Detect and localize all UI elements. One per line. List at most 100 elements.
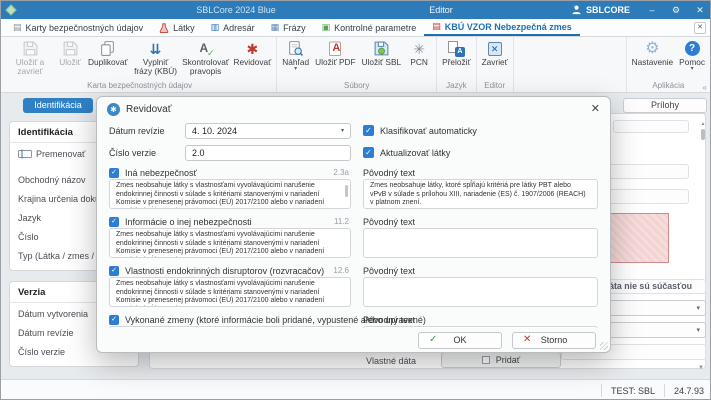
ribbon-group: ✕ZavrieťEditor (477, 37, 514, 92)
original-textarea[interactable] (363, 228, 598, 258)
ribbon-group-label: Karta bezpečnostných údajov (5, 80, 274, 92)
ribbon-button-label: Vyplniť frázy (KBÚ) (134, 58, 178, 76)
tabstrip: ▤Karty bezpečnostných údajovLátky▥Adresá… (1, 19, 711, 37)
section-textarea[interactable]: Zmes neobsahuje látky s vlastnosťami vyv… (109, 179, 351, 209)
section-checkbox[interactable]: ✓ (109, 217, 119, 227)
tab-label: Karty bezpečnostných údajov (26, 23, 144, 33)
tab-safety-data-sheets[interactable]: ▤Karty bezpečnostných údajov (5, 19, 151, 36)
ribbon-button-label: Revidovať (234, 58, 272, 67)
ribbon-button-label: Duplikovať (88, 58, 128, 67)
add-button[interactable]: Pridať (441, 352, 561, 368)
dialog-close-icon[interactable]: ✕ (591, 104, 600, 115)
field-label-text: Obchodný názov (18, 175, 86, 185)
field-label-text: Číslo verzie (18, 347, 65, 357)
checkbox-icon (482, 356, 490, 364)
account-button[interactable]: SBLCORE (561, 4, 640, 17)
tab-sds-document[interactable]: ▤ KBÚ VZOR Nebezpečná zmes (424, 19, 580, 36)
save-icon (62, 40, 79, 57)
ribbon-group-label: Súbory (279, 80, 434, 92)
checkbox-icon[interactable]: ✓ (363, 147, 374, 158)
scroll-up-icon[interactable]: ▲ (701, 121, 706, 127)
preview-icon (287, 40, 304, 57)
translate-button[interactable]: APřeložiť (439, 38, 473, 67)
revision-date-combobox[interactable]: 4. 10. 2024▾ (185, 123, 351, 139)
version-label: 24.7.93 (674, 386, 704, 396)
pdf-icon: A (327, 40, 343, 57)
tab-label: Kontrolné parametre (334, 23, 416, 33)
revise-dialog: ✱ Revidovať ✕ Dátum revízie4. 10. 2024▾✓… (96, 96, 611, 353)
tab-control-parameters[interactable]: ▣Kontrolné parametre (314, 19, 425, 36)
ribbon-button-label: Nastavenie (632, 58, 674, 67)
textarea-scrollbar[interactable] (345, 185, 348, 197)
section-number: 2.3a (333, 168, 351, 177)
sbl-icon (373, 40, 390, 57)
tab-identification[interactable]: Identifikácia (23, 98, 93, 113)
ribbon-group: APřeložiťJazyk (437, 37, 476, 92)
ribbon-button-label: Zavrieť (482, 58, 508, 67)
ribbon-collapse-icon[interactable]: « (703, 83, 707, 92)
preview-button[interactable]: Náhľad▾ (279, 38, 312, 71)
save-sbl-button[interactable]: Uložiť SBL (359, 38, 405, 67)
help-button[interactable]: ?Pomoc▾ (676, 38, 708, 71)
resize-grip[interactable] (600, 342, 608, 350)
tab-label: Adresár (223, 23, 255, 33)
cancel-button[interactable]: ✕ Storno (512, 332, 596, 349)
custom-data-label: Vlastné dáta (366, 356, 416, 366)
titlebar-settings-icon[interactable]: ⚙ (664, 1, 688, 19)
collapse-panel-icon[interactable]: ▼ (698, 365, 704, 371)
tab-label: KBÚ VZOR Nebezpečná zmes (445, 22, 572, 32)
section-title: Informácie o inej nebezpečnosti (125, 217, 252, 227)
version-number-input[interactable]: 2.0 (185, 145, 351, 161)
fill-phrases-icon: ⇊ (150, 40, 162, 57)
save-pdf-button[interactable]: AUložiť PDF (312, 38, 358, 67)
field-label-text: Číslo (18, 232, 39, 242)
auto-classify-checkbox[interactable]: ✓Klasifikovať automaticky (363, 123, 598, 138)
divider (601, 384, 602, 397)
ok-button[interactable]: ✓ OK (418, 332, 502, 349)
checkbox-icon[interactable]: ✓ (363, 125, 374, 136)
original-textarea[interactable] (363, 277, 598, 307)
close-editor-button[interactable]: ✕Zavrieť (479, 38, 511, 67)
dialog-field-label: Číslo verzie (109, 148, 185, 158)
dialog-header: ✱ Revidovať ✕ (97, 97, 610, 121)
pcn-button[interactable]: ✳PCN (404, 38, 434, 67)
spellcheck-button[interactable]: A✓Skontrolovať pravopis (181, 38, 231, 76)
settings-button[interactable]: ⚙Nastavenie (629, 38, 677, 67)
tab-address-book[interactable]: ▥Adresár (203, 19, 263, 36)
sds-doc-icon: ▤ (432, 22, 441, 31)
section-checkbox[interactable]: ✓ (109, 168, 119, 178)
section-textarea[interactable]: Zmes neobsahuje látky s vlastnosťami vyv… (109, 228, 351, 258)
original-textarea[interactable]: Zmes neobsahuje látky, ktoré spĺňajú kri… (363, 179, 598, 209)
update-substances-checkbox[interactable]: ✓Aktualizovať látky (363, 145, 598, 160)
revise-button[interactable]: ✱Revidovať (231, 38, 275, 67)
tab-label: Látky (173, 23, 195, 33)
field-label-text: Dátum vytvorenia (18, 309, 88, 319)
attachments-button[interactable]: Prílohy (623, 98, 707, 113)
ribbon-group: Uložiť a zavrieťUložiťDuplikovať⇊Vyplniť… (3, 37, 277, 92)
scroll-thumb[interactable] (701, 129, 705, 140)
ribbon-button-label: Uložiť SBL (362, 58, 402, 67)
settings-icon: ⚙ (645, 40, 659, 57)
tabstrip-close-icon[interactable]: ✕ (694, 22, 706, 34)
panel-scrollbar[interactable]: ▲ (700, 121, 706, 241)
section-textarea[interactable]: Zmes neobsahuje látky s vlastnosťami vyv… (109, 277, 351, 307)
duplicate-button[interactable]: Duplikovať (85, 38, 131, 67)
field-box[interactable] (613, 120, 689, 133)
revise-icon: ✱ (247, 40, 259, 57)
chevron-down-icon: ▾ (294, 67, 297, 71)
tab-substances[interactable]: Látky (151, 19, 203, 36)
section-checkbox[interactable]: ✓ (109, 315, 119, 325)
spellcheck-icon: A✓ (198, 40, 214, 57)
fill-phrases-button[interactable]: ⇊Vyplniť frázy (KBÚ) (131, 38, 181, 76)
tab-phrases[interactable]: ▦Frázy (263, 19, 314, 36)
save-button: Uložiť (55, 38, 85, 67)
environment-label: TEST: SBL (611, 386, 655, 396)
ribbon-button-label: Skontrolovať pravopis (182, 58, 229, 76)
close-button[interactable]: ✕ (688, 1, 711, 19)
original-text-label: Pôvodný text (363, 168, 415, 178)
section-checkbox[interactable]: ✓ (109, 266, 119, 276)
section-title-row: ✓Vykonané zmeny (ktoré informácie boli p… (109, 314, 351, 325)
translate-icon: A (448, 40, 465, 57)
app-icon (7, 6, 15, 14)
minimize-button[interactable]: – (640, 1, 664, 19)
